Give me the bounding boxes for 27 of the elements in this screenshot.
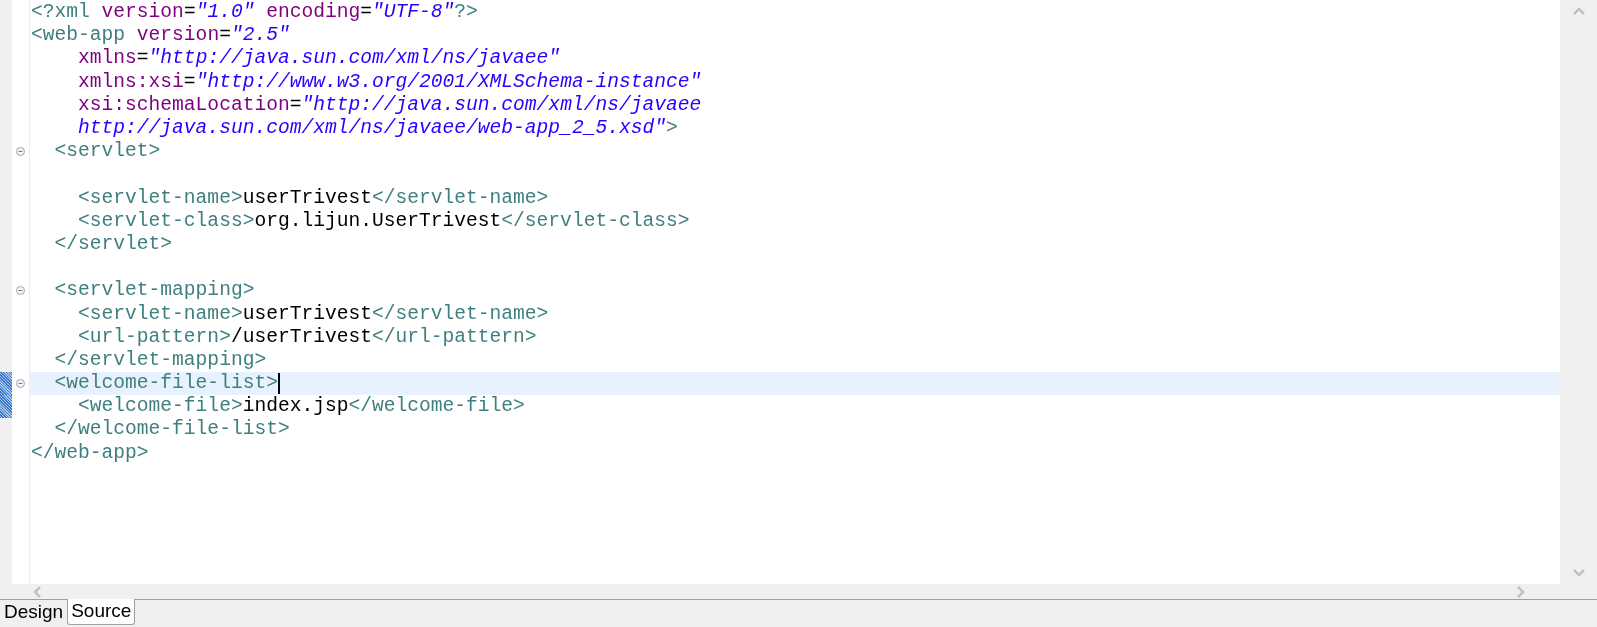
code-line: <servlet> (53, 140, 161, 164)
code-line: <welcome-file>index.jsp</welcome-file> (77, 395, 525, 419)
editor-tab[interactable]: Source (67, 599, 136, 625)
text-cursor (277, 373, 280, 395)
scroll-down-icon[interactable] (1572, 569, 1585, 578)
code-line: xsi:schemaLocation="http://java.sun.com/xml/ns/javaee (77, 93, 702, 117)
collapse-icon[interactable] (16, 286, 25, 296)
code-line: <welcome-file-list> (53, 372, 278, 396)
code-line: xmlns:xsi="http://www.w3.org/2001/XMLSchema-instance" (77, 70, 702, 94)
code-line: <servlet-mapping> (53, 279, 255, 303)
code-line: <servlet-name>userTrivest</servlet-name> (77, 302, 549, 326)
code-line: </web-app> (31, 441, 149, 465)
code-line: <servlet-class>org.lijun.UserTrivest</servlet-class> (77, 209, 690, 233)
code-line: <url-pattern>/userTrivest</url-pattern> (77, 325, 537, 349)
collapse-icon[interactable] (16, 147, 25, 157)
code-line: <web-app version="2.5" (31, 24, 290, 48)
code-line: </servlet-mapping> (53, 348, 267, 372)
scroll-right-icon[interactable] (1516, 585, 1525, 598)
scroll-left-icon[interactable] (33, 585, 42, 598)
collapse-icon[interactable] (16, 379, 25, 389)
code-line: <servlet-name>userTrivest</servlet-name> (77, 186, 549, 210)
scroll-up-icon[interactable] (1572, 6, 1585, 15)
code-line: http://java.sun.com/xml/ns/javaee/web-app_2_5.xsd"> (77, 117, 678, 141)
code-line: </servlet> (53, 232, 173, 256)
code-line: xmlns="http://java.sun.com/xml/ns/javaee" (77, 47, 561, 71)
code-line: <?xml version="1.0" encoding="UTF-8"?> (31, 1, 478, 25)
code-line: </welcome-file-list> (53, 418, 290, 442)
